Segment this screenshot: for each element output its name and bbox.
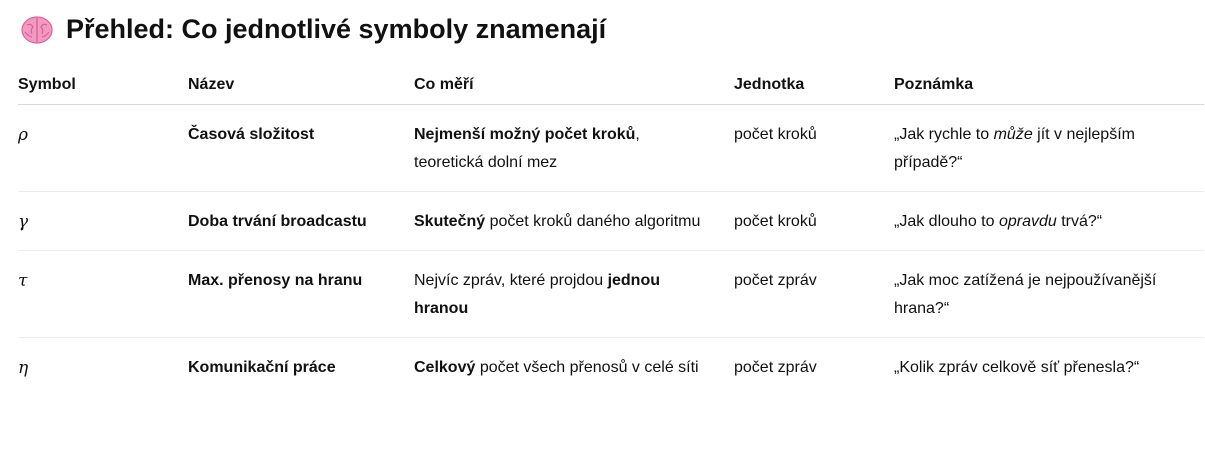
measures-emphasis: Skutečný: [414, 213, 486, 230]
note-cell: „Jak moc zatížená je nejpoužívanější hra…: [894, 250, 1204, 338]
table-row: η Komunikační práce Celkový počet všech …: [18, 338, 1204, 397]
measures-emphasis: Celkový: [414, 359, 476, 376]
note-cell: „Jak dlouho to opravdu trvá?“: [894, 191, 1204, 251]
note-text: „Jak dlouho to: [894, 213, 999, 230]
table-row: ρ Časová složitost Nejmenší možný počet …: [18, 104, 1204, 192]
table-row: τ Max. přenosy na hranu Nejvíc zpráv, kt…: [18, 250, 1204, 338]
note-emphasis: opravdu: [998, 213, 1057, 230]
header-note: Poznámka: [894, 66, 1204, 105]
symbols-table: Symbol Název Co měří Jednotka Poznámka ρ…: [18, 66, 1204, 396]
header-measures: Co měří: [414, 66, 734, 105]
name-cell: Časová složitost: [188, 104, 414, 192]
symbol-cell: τ: [18, 250, 188, 338]
measures-cell: Celkový počet všech přenosů v celé síti: [414, 338, 734, 397]
header-name: Název: [188, 66, 414, 105]
symbol-cell: η: [18, 358, 29, 378]
unit-cell: počet zpráv: [734, 250, 894, 338]
unit-cell: počet kroků: [734, 191, 894, 251]
unit-cell: počet zpráv: [734, 359, 817, 376]
name-cell: Komunikační práce: [188, 359, 336, 376]
unit-cell: počet kroků: [734, 104, 894, 192]
note-text: „Jak rychle to: [894, 126, 994, 143]
header-symbol: Symbol: [18, 66, 188, 105]
measures-text: počet všech přenosů v celé síti: [475, 359, 699, 376]
measures-cell: Skutečný počet kroků daného algoritmu: [414, 191, 734, 251]
table-header-row: Symbol Název Co měří Jednotka Poznámka: [18, 66, 1204, 105]
table-row: γ Doba trvání broadcastu Skutečný počet …: [18, 191, 1204, 251]
symbol-cell: ρ: [18, 104, 188, 192]
measures-cell: Nejmenší možný počet kroků, teoretická d…: [414, 104, 734, 192]
measures-text: počet kroků daného algoritmu: [485, 213, 701, 230]
measures-text: Nejvíc zpráv, které projdou: [414, 272, 608, 289]
header-unit: Jednotka: [734, 66, 894, 105]
name-cell: Doba trvání broadcastu: [188, 191, 414, 251]
note-cell: „Jak rychle to může jít v nejlepším příp…: [894, 104, 1204, 192]
name-cell: Max. přenosy na hranu: [188, 250, 414, 338]
note-emphasis: může: [993, 126, 1033, 143]
note-cell: „Kolik zpráv celkově síť přenesla?“: [894, 359, 1140, 376]
symbol-cell: γ: [18, 191, 188, 251]
page-title: Přehled: Co jednotlivé symboly znamenají: [66, 13, 607, 44]
measures-cell: Nejvíc zpráv, které projdou jednou hrano…: [414, 250, 734, 338]
note-text: trvá?“: [1056, 213, 1103, 230]
measures-emphasis: Nejmenší možný počet kroků: [414, 126, 636, 143]
brain-icon: [21, 16, 53, 44]
page-title-row: Přehled: Co jednotlivé symboly znamenají: [20, 12, 606, 46]
